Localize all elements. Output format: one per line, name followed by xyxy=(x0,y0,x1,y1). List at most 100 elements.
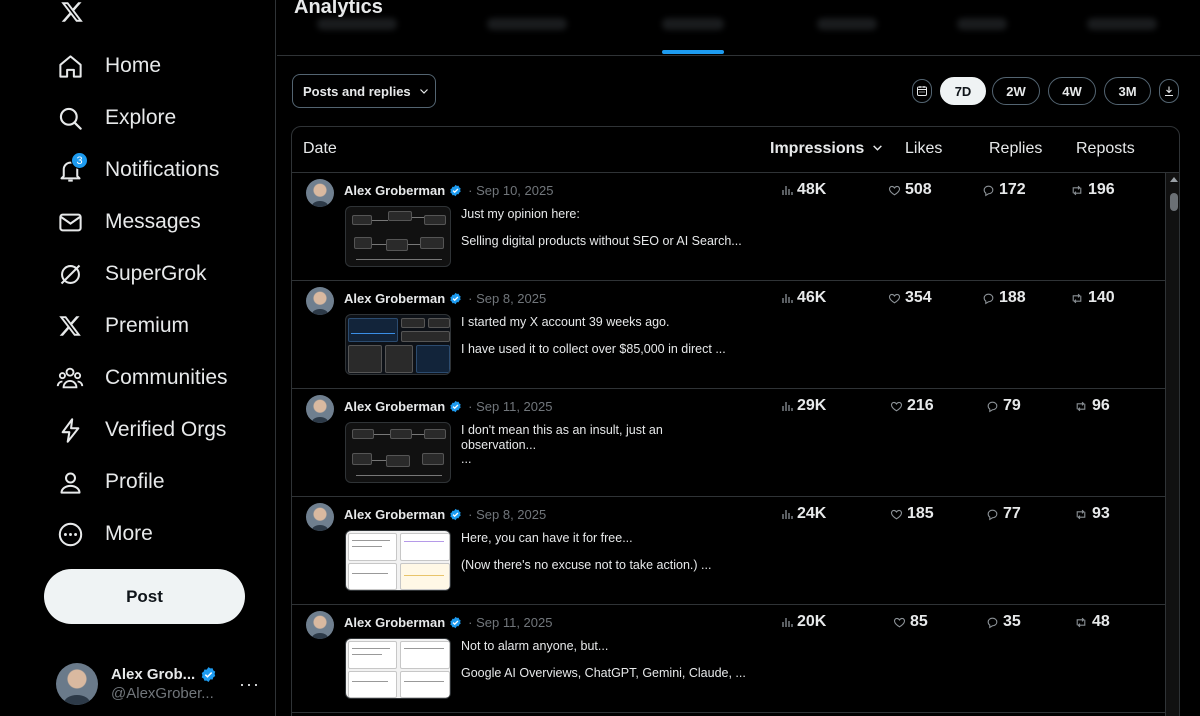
nav-label: Messages xyxy=(105,210,201,233)
lightning-icon xyxy=(56,416,84,444)
table-scrollbar[interactable] xyxy=(1165,173,1179,716)
table-row[interactable]: Alex Groberman · Sep 8, 2025 xyxy=(292,497,1165,605)
nav-label: Home xyxy=(105,54,162,77)
notification-badge: 3 xyxy=(71,152,88,169)
author-name: Alex Groberman xyxy=(344,183,446,198)
tab-blurred[interactable] xyxy=(957,18,1007,30)
range-2w-button[interactable]: 2W xyxy=(992,77,1040,105)
range-3m-button[interactable]: 3M xyxy=(1104,77,1151,105)
more-dots-icon[interactable]: ··· xyxy=(239,674,260,695)
post-date: · Sep 8, 2025 xyxy=(468,291,547,306)
verified-badge-icon xyxy=(450,292,461,305)
replies-value: 79 xyxy=(986,397,1021,415)
replies-value: 35 xyxy=(986,613,1021,631)
nav-list: Home Explore 3 Notifications Messages Su… xyxy=(44,40,228,560)
tab-blurred-active[interactable] xyxy=(662,18,724,30)
range-7d-button[interactable]: 7D xyxy=(940,77,986,105)
post-text-line1: Not to alarm anyone, but... xyxy=(461,639,609,653)
author-row: Alex Groberman · Sep 11, 2025 xyxy=(344,399,552,414)
likes-value: 185 xyxy=(890,505,934,523)
impressions-value: 29K xyxy=(781,397,826,415)
likes-number: 508 xyxy=(905,181,932,198)
replies-number: 77 xyxy=(1003,505,1021,522)
scroll-up-arrow-icon[interactable] xyxy=(1170,177,1178,182)
nav-item-verified-orgs[interactable]: Verified Orgs xyxy=(44,404,228,456)
reply-icon xyxy=(983,185,994,196)
repost-icon xyxy=(1076,617,1086,627)
likes-number: 216 xyxy=(907,397,934,414)
calendar-button[interactable] xyxy=(912,79,932,103)
table-row[interactable]: Alex Groberman · Sep 8, 2025 xyxy=(292,281,1165,389)
reposts-value: 140 xyxy=(1070,289,1115,307)
download-button[interactable] xyxy=(1159,79,1179,103)
header-replies[interactable]: Replies xyxy=(989,140,1042,158)
avatar xyxy=(306,503,334,531)
table-row[interactable]: Alex Groberman · Sep 11, 2025 xyxy=(292,389,1165,497)
reposts-value: 48 xyxy=(1074,613,1110,631)
verified-badge-icon xyxy=(450,616,461,629)
impressions-number: 24K xyxy=(797,505,827,522)
replies-value: 172 xyxy=(982,181,1026,199)
sort-chevron-icon xyxy=(872,145,882,151)
tab-blurred[interactable] xyxy=(317,18,397,30)
heart-icon xyxy=(890,509,903,519)
nav-label: Premium xyxy=(105,314,190,337)
main-panel: Analytics Posts and replies 7D 2W 4W 3M … xyxy=(277,0,1200,716)
header-impressions[interactable]: Impressions xyxy=(770,140,883,158)
nav-label: More xyxy=(105,522,153,545)
nav-item-notifications[interactable]: 3 Notifications xyxy=(44,144,228,196)
home-icon xyxy=(56,52,84,80)
likes-number: 185 xyxy=(907,505,934,522)
table-row[interactable]: Alex Groberman · Sep 10, 2025 Just my op… xyxy=(292,173,1165,281)
nav-item-explore[interactable]: Explore xyxy=(44,92,228,144)
reposts-number: 140 xyxy=(1088,289,1115,306)
account-switcher[interactable]: Alex Grob... @AlexGrober... ··· xyxy=(56,660,266,708)
reply-icon xyxy=(987,509,998,520)
heart-icon xyxy=(890,401,903,411)
nav-label: Profile xyxy=(105,470,165,493)
nav-item-more[interactable]: More xyxy=(44,508,228,560)
nav-label: Notifications xyxy=(105,158,220,181)
impressions-value: 20K xyxy=(781,613,826,631)
heart-icon xyxy=(888,185,901,195)
account-name-row: Alex Grob... xyxy=(111,666,229,683)
nav-item-premium[interactable]: Premium xyxy=(44,300,228,352)
impressions-value: 24K xyxy=(781,505,826,523)
repost-icon xyxy=(1076,509,1086,519)
analytics-tabs xyxy=(277,0,1200,56)
post-date: · Sep 10, 2025 xyxy=(468,183,554,198)
header-reposts[interactable]: Reposts xyxy=(1076,140,1135,158)
avatar xyxy=(306,179,334,207)
scrollbar-thumb[interactable] xyxy=(1170,193,1178,211)
nav-label: SuperGrok xyxy=(105,262,207,285)
replies-number: 188 xyxy=(999,289,1026,306)
header-date[interactable]: Date xyxy=(303,140,337,158)
author-name: Alex Groberman xyxy=(344,291,446,306)
table-row[interactable]: Alex Groberman · Sep 11, 2025 xyxy=(292,605,1165,713)
tab-blurred[interactable] xyxy=(817,18,877,30)
nav-item-supergrok[interactable]: SuperGrok xyxy=(44,248,228,300)
x-logo-icon[interactable] xyxy=(56,0,88,24)
reposts-value: 196 xyxy=(1070,181,1115,199)
impressions-number: 29K xyxy=(797,397,827,414)
nav-item-profile[interactable]: Profile xyxy=(44,456,228,508)
nav-item-home[interactable]: Home xyxy=(44,40,228,92)
tab-blurred[interactable] xyxy=(1087,18,1157,30)
nav-item-communities[interactable]: Communities xyxy=(44,352,228,404)
sidebar: Home Explore 3 Notifications Messages Su… xyxy=(0,0,276,716)
range-4w-button[interactable]: 4W xyxy=(1048,77,1096,105)
reply-icon xyxy=(987,617,998,628)
nav-item-messages[interactable]: Messages xyxy=(44,196,228,248)
post-text-line1: I started my X account 39 weeks ago. xyxy=(461,315,670,329)
post-type-dropdown[interactable]: Posts and replies xyxy=(292,74,436,108)
likes-value: 85 xyxy=(893,613,928,631)
tab-blurred[interactable] xyxy=(487,18,567,30)
table-rows: Alex Groberman · Sep 10, 2025 Just my op… xyxy=(292,173,1165,713)
header-likes[interactable]: Likes xyxy=(905,140,942,158)
page-title: Analytics xyxy=(294,0,383,18)
heart-icon xyxy=(888,293,901,303)
post-button[interactable]: Post xyxy=(44,569,245,624)
post-thumbnail xyxy=(345,638,451,699)
impressions-number: 46K xyxy=(797,289,827,306)
calendar-icon xyxy=(917,86,927,96)
